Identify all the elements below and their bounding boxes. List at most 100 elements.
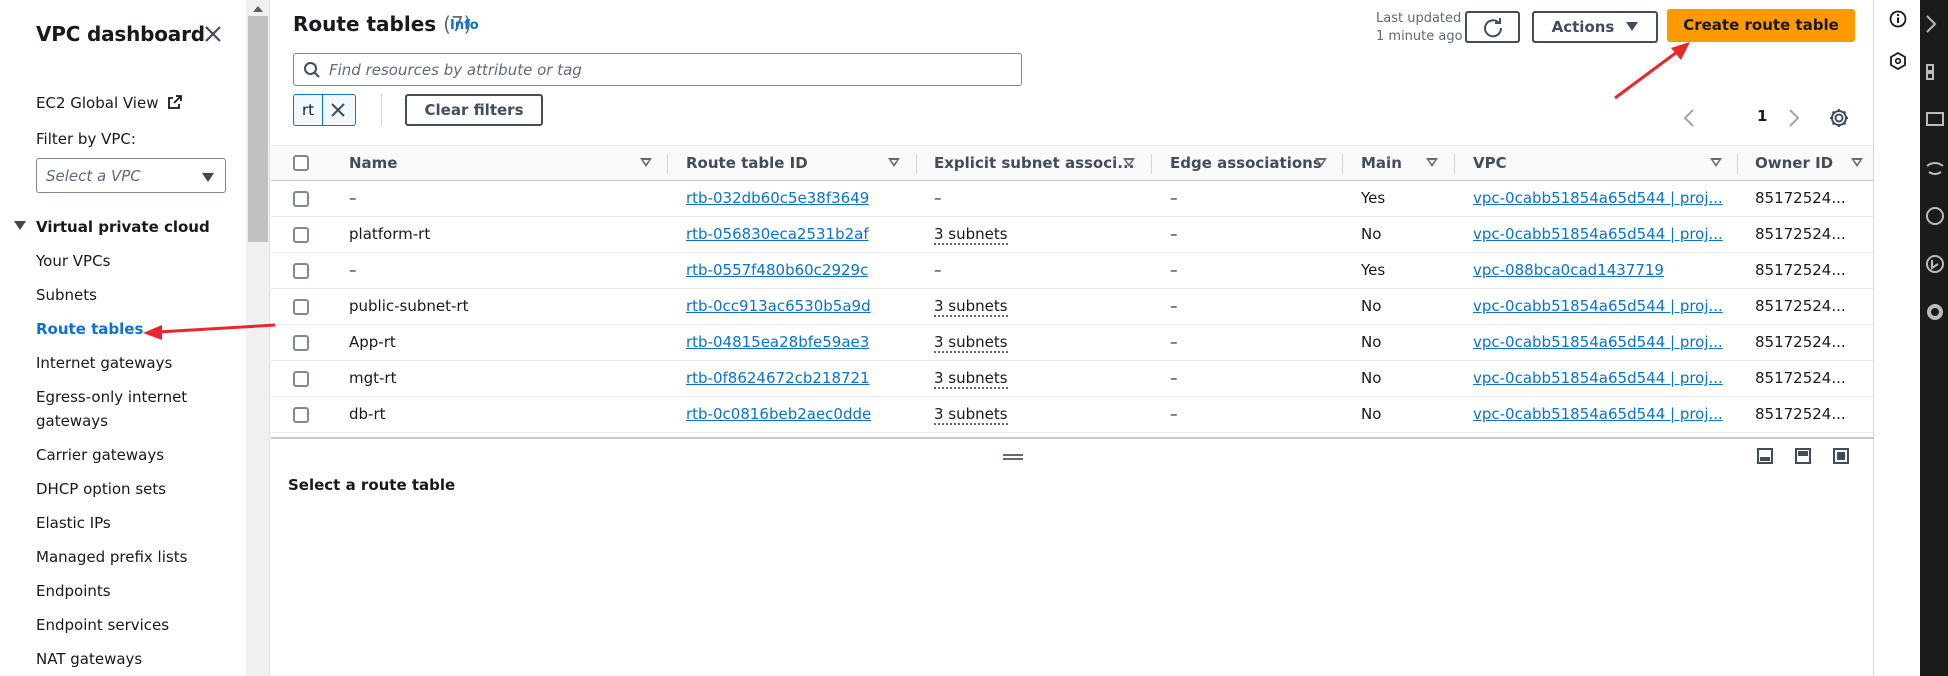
table-row[interactable]: db-rt rtb-0c0816beb2aec0dde 3 subnets – … [271,397,1874,433]
sort-icon[interactable] [1426,158,1438,167]
cell-route-table-id[interactable]: rtb-0c0816beb2aec0dde [686,397,871,432]
row-checkbox[interactable] [293,191,309,207]
column-header-route-table-id[interactable]: Route table ID [686,146,866,180]
next-page-icon[interactable] [1787,108,1801,128]
table-row[interactable]: mgt-rt rtb-0f8624672cb218721 3 subnets –… [271,361,1874,397]
row-checkbox[interactable] [293,299,309,315]
remove-filter-button[interactable] [323,95,355,125]
table-row[interactable]: platform-rt rtb-056830eca2531b2af 3 subn… [271,217,1874,253]
drag-handle-icon[interactable] [1003,454,1023,460]
cell-vpc[interactable]: vpc-088bca0cad1437719 [1473,253,1723,288]
column-header-owner-id[interactable]: Owner ID [1755,146,1855,180]
search-input[interactable] [329,59,1009,81]
row-checkbox[interactable] [293,263,309,279]
sort-icon[interactable] [1851,158,1863,167]
subnets-count[interactable]: 3 subnets [934,405,1008,425]
gear-icon[interactable] [1828,107,1850,129]
current-page[interactable]: 1 [1757,107,1767,125]
column-header-edge-associations[interactable]: Edge associations [1170,146,1360,180]
extension-icon[interactable] [1923,158,1945,178]
row-checkbox[interactable] [293,371,309,387]
actions-dropdown[interactable]: Actions [1532,11,1658,43]
cell-subnet-associations[interactable]: 3 subnets [934,361,1008,396]
extension-icon[interactable] [1923,62,1945,82]
info-icon[interactable] [1889,10,1907,28]
sidebar-item-nat-gateways[interactable]: NAT gateways [36,650,142,668]
sidebar-item-subnets[interactable]: Subnets [36,286,97,304]
vpc-select[interactable]: Select a VPC [36,158,226,193]
select-all-checkbox[interactable] [293,155,309,171]
column-header-main[interactable]: Main [1361,146,1421,180]
panel-side-icon[interactable] [1795,448,1811,464]
sidebar-item-carrier-gateways[interactable]: Carrier gateways [36,446,164,464]
sidebar-item-your-vpcs[interactable]: Your VPCs [36,252,110,270]
sidebar-item-dhcp-option-sets[interactable]: DHCP option sets [36,480,166,498]
cell-subnet-associations[interactable]: 3 subnets [934,397,1008,432]
cell-vpc[interactable]: vpc-0cabb51854a65d544 | proj... [1473,181,1723,216]
sidebar-item-managed-prefix-lists[interactable]: Managed prefix lists [36,548,187,566]
row-checkbox[interactable] [293,407,309,423]
sidebar-item-ec2-global-view[interactable]: EC2 Global View [36,94,183,112]
cell-route-table-id[interactable]: rtb-04815ea28bfe59ae3 [686,325,869,360]
sort-icon[interactable] [1123,158,1135,167]
cell-route-table-id[interactable]: rtb-032db60c5e38f3649 [686,181,869,216]
cell-vpc[interactable]: vpc-0cabb51854a65d544 | proj... [1473,361,1723,396]
sort-icon[interactable] [888,158,900,167]
extension-icon[interactable] [1923,206,1945,226]
column-divider[interactable] [1342,154,1343,174]
refresh-button[interactable] [1465,11,1520,43]
cell-subnet-associations[interactable]: 3 subnets [934,217,1008,252]
panel-hide-icon[interactable] [1833,448,1849,464]
column-header-name[interactable]: Name [349,146,589,180]
cell-vpc[interactable]: vpc-0cabb51854a65d544 | proj... [1473,289,1723,324]
cell-vpc[interactable]: vpc-0cabb51854a65d544 | proj... [1473,217,1723,252]
column-header-vpc[interactable]: VPC [1473,146,1573,180]
cell-vpc[interactable]: vpc-0cabb51854a65d544 | proj... [1473,397,1723,432]
sidebar-item-route-tables[interactable]: Route tables [36,320,143,338]
search-field[interactable] [293,53,1022,86]
sidebar-item-elastic-ips[interactable]: Elastic IPs [36,514,111,532]
table-row[interactable]: – rtb-032db60c5e38f3649 – – Yes vpc-0cab… [271,181,1874,217]
sort-icon[interactable] [1315,158,1327,167]
column-divider[interactable] [1454,154,1455,174]
cell-subnet-associations[interactable]: 3 subnets [934,289,1008,324]
cell-route-table-id[interactable]: rtb-056830eca2531b2af [686,217,869,252]
row-checkbox[interactable] [293,335,309,351]
extension-icon[interactable] [1923,14,1945,34]
subnets-count[interactable]: 3 subnets [934,333,1008,353]
cell-route-table-id[interactable]: rtb-0f8624672cb218721 [686,361,870,396]
help-panel-icon[interactable] [1889,52,1907,70]
extension-icon[interactable] [1923,254,1945,274]
clear-filters-button[interactable]: Clear filters [405,94,543,126]
create-route-table-button[interactable]: Create route table [1667,9,1855,42]
sidebar-scrollbar-thumb[interactable] [248,16,268,242]
column-divider[interactable] [667,154,668,174]
extension-icon[interactable] [1923,302,1945,322]
row-checkbox[interactable] [293,227,309,243]
panel-bottom-icon[interactable] [1757,448,1773,464]
info-link[interactable]: Info [450,18,479,33]
table-row[interactable]: App-rt rtb-04815ea28bfe59ae3 3 subnets –… [271,325,1874,361]
sidebar-item-endpoint-services[interactable]: Endpoint services [36,616,169,634]
column-divider[interactable] [916,154,917,174]
table-row[interactable]: public-subnet-rt rtb-0cc913ac6530b5a9d 3… [271,289,1874,325]
subnets-count[interactable]: 3 subnets [934,225,1008,245]
scroll-up-arrow-icon[interactable] [253,6,263,12]
close-icon[interactable] [201,22,225,46]
sort-icon[interactable] [1710,158,1722,167]
column-divider[interactable] [1737,154,1738,174]
cell-subnet-associations[interactable]: 3 subnets [934,325,1008,360]
sort-icon[interactable] [640,158,652,167]
column-divider[interactable] [1151,154,1152,174]
sidebar-section-virtual-private-cloud[interactable]: Virtual private cloud [14,218,210,236]
sidebar-item-internet-gateways[interactable]: Internet gateways [36,354,172,372]
previous-page-icon[interactable] [1682,108,1696,128]
subnets-count[interactable]: 3 subnets [934,369,1008,389]
cell-vpc[interactable]: vpc-0cabb51854a65d544 | proj... [1473,325,1723,360]
table-row[interactable]: – rtb-0557f480b60c2929c – – Yes vpc-088b… [271,253,1874,289]
cell-route-table-id[interactable]: rtb-0557f480b60c2929c [686,253,868,288]
sidebar-item-egress-only-internet-gateways[interactable]: Egress-only internet [36,388,187,406]
subnets-count[interactable]: 3 subnets [934,297,1008,317]
sidebar-item-egress-only-internet-gateways-line2[interactable]: gateways [36,412,108,430]
cell-route-table-id[interactable]: rtb-0cc913ac6530b5a9d [686,289,871,324]
